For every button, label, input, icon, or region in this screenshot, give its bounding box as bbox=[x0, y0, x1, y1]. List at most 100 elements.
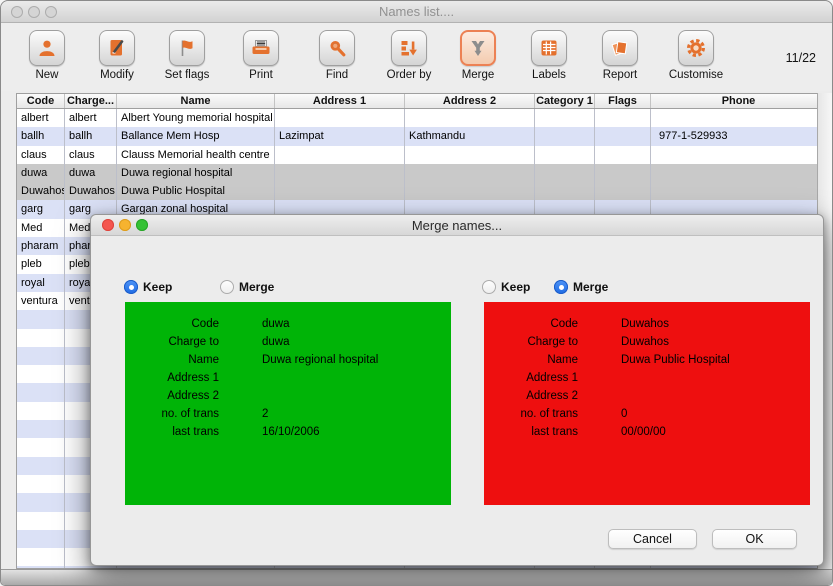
table-row[interactable]: clausclausClauss Memorial health centre bbox=[17, 146, 819, 164]
table-cell-code: pharam bbox=[17, 237, 65, 255]
toolbar-label: Find bbox=[326, 69, 348, 81]
keep-panel: CodeduwaCharge toduwaNameDuwa regional h… bbox=[125, 302, 451, 505]
table-cell-addr1 bbox=[275, 182, 405, 200]
column-header-name[interactable]: Name bbox=[117, 94, 275, 108]
table-cell-code bbox=[17, 383, 65, 401]
panel-field-row: NameDuwa Public Hospital bbox=[484, 351, 810, 369]
customise-button[interactable]: Customise bbox=[656, 30, 736, 81]
close-icon[interactable] bbox=[11, 6, 23, 18]
table-cell-code: claus bbox=[17, 146, 65, 164]
table-row[interactable]: albertalbertAlbert Young memorial hospit… bbox=[17, 109, 819, 127]
column-header-address2[interactable]: Address 2 bbox=[405, 94, 535, 108]
field-value: 2 bbox=[262, 405, 268, 423]
table-row[interactable]: DuwahosDuwahosDuwa Public Hospital bbox=[17, 182, 819, 200]
printer-icon bbox=[250, 37, 272, 59]
table-cell-code bbox=[17, 365, 65, 383]
field-label: last trans bbox=[484, 423, 578, 441]
left-merge-label: Merge bbox=[239, 280, 274, 295]
merge-names-dialog: Merge names... Keep Merge Keep Merge Cod… bbox=[90, 214, 824, 566]
table-cell-addr1: Lazimpat bbox=[275, 127, 405, 145]
order-by-button[interactable]: Order by bbox=[369, 30, 449, 81]
table-cell-code: albert bbox=[17, 109, 65, 127]
table-cell-name: Ballance Mem Hosp bbox=[117, 127, 275, 145]
set-flags-button[interactable]: Set flags bbox=[147, 30, 227, 81]
table-row[interactable]: ballhballhBallance Mem HospLazimpatKathm… bbox=[17, 127, 819, 145]
toolbar-label: Labels bbox=[532, 69, 566, 81]
field-value: 16/10/2006 bbox=[262, 423, 320, 441]
table-cell-code: duwa bbox=[17, 164, 65, 182]
panel-field-row: last trans 16/10/2006 bbox=[125, 423, 451, 441]
merge-arrows-icon bbox=[467, 37, 489, 59]
gear-icon bbox=[685, 37, 707, 59]
edit-pencil-icon bbox=[106, 37, 128, 59]
table-cell-phone: 977-1-529933 bbox=[651, 127, 819, 145]
right-merge-radio[interactable] bbox=[554, 280, 568, 294]
cancel-button[interactable]: Cancel bbox=[608, 529, 697, 549]
labels-button[interactable]: Labels bbox=[509, 30, 589, 81]
print-button[interactable]: Print bbox=[221, 30, 301, 81]
field-label: last trans bbox=[125, 423, 219, 441]
table-cell-code: pleb bbox=[17, 255, 65, 273]
left-keep-radio[interactable] bbox=[124, 280, 138, 294]
window-titlebar: Names list.... bbox=[1, 1, 832, 23]
table-row[interactable]: duwaduwaDuwa regional hospital bbox=[17, 164, 819, 182]
table-cell-charge: claus bbox=[65, 146, 117, 164]
field-value: 0 bbox=[621, 405, 627, 423]
column-header-phone[interactable]: Phone bbox=[651, 94, 819, 108]
table-cell-name: Albert Young memorial hospital bbox=[117, 109, 275, 127]
minimize-icon[interactable] bbox=[28, 6, 40, 18]
table-cell-code bbox=[17, 310, 65, 328]
table-cell-code bbox=[17, 493, 65, 511]
table-cell-flags bbox=[595, 127, 651, 145]
field-label: Charge to bbox=[125, 333, 219, 351]
field-value: Duwa Public Hospital bbox=[621, 351, 730, 369]
find-button[interactable]: Find bbox=[297, 30, 377, 81]
table-cell-cat1 bbox=[535, 146, 595, 164]
table-cell-code bbox=[17, 329, 65, 347]
table-cell-cat1 bbox=[535, 164, 595, 182]
field-label: Address 1 bbox=[125, 369, 219, 387]
merge-button[interactable]: Merge bbox=[438, 30, 518, 81]
table-cell-phone bbox=[651, 109, 819, 127]
zoom-icon[interactable] bbox=[45, 6, 57, 18]
table-cell-charge: duwa bbox=[65, 164, 117, 182]
table-cell-charge: ballh bbox=[65, 127, 117, 145]
flag-icon bbox=[176, 37, 198, 59]
field-value: Duwahos bbox=[621, 315, 669, 333]
table-cell-addr1 bbox=[275, 109, 405, 127]
sort-icon bbox=[398, 37, 420, 59]
field-value: Duwahos bbox=[621, 333, 669, 351]
toolbar-label: New bbox=[35, 69, 58, 81]
left-keep-label: Keep bbox=[143, 280, 172, 295]
dialog-close-icon[interactable] bbox=[102, 219, 114, 231]
table-cell-addr1 bbox=[275, 146, 405, 164]
dialog-minimize-icon[interactable] bbox=[119, 219, 131, 231]
new-button[interactable]: New bbox=[7, 30, 87, 81]
table-cell-flags bbox=[595, 109, 651, 127]
table-cell-phone bbox=[651, 146, 819, 164]
field-label: no. of trans bbox=[125, 405, 219, 423]
report-button[interactable]: Report bbox=[580, 30, 660, 81]
table-cell-code: royal bbox=[17, 274, 65, 292]
dialog-zoom-icon[interactable] bbox=[136, 219, 148, 231]
person-icon bbox=[36, 37, 58, 59]
table-cell-code: ballh bbox=[17, 127, 65, 145]
field-label: Code bbox=[484, 315, 578, 333]
ok-button[interactable]: OK bbox=[712, 529, 797, 549]
field-label: Charge to bbox=[484, 333, 578, 351]
right-keep-radio[interactable] bbox=[482, 280, 496, 294]
field-value: Duwa regional hospital bbox=[262, 351, 378, 369]
table-cell-addr2 bbox=[405, 146, 535, 164]
table-cell-name: Duwa regional hospital bbox=[117, 164, 275, 182]
field-value: duwa bbox=[262, 333, 290, 351]
column-header-code[interactable]: Code bbox=[17, 94, 65, 108]
table-cell-phone bbox=[651, 182, 819, 200]
left-merge-radio[interactable] bbox=[220, 280, 234, 294]
column-header-category1[interactable]: Category 1 bbox=[535, 94, 595, 108]
names-list-window: Names list.... New Modify Set flags bbox=[0, 0, 833, 586]
column-header-address1[interactable]: Address 1 bbox=[275, 94, 405, 108]
field-label: Address 2 bbox=[125, 387, 219, 405]
modify-button[interactable]: Modify bbox=[77, 30, 157, 81]
column-header-charge[interactable]: Charge... bbox=[65, 94, 117, 108]
column-header-flags[interactable]: Flags bbox=[595, 94, 651, 108]
